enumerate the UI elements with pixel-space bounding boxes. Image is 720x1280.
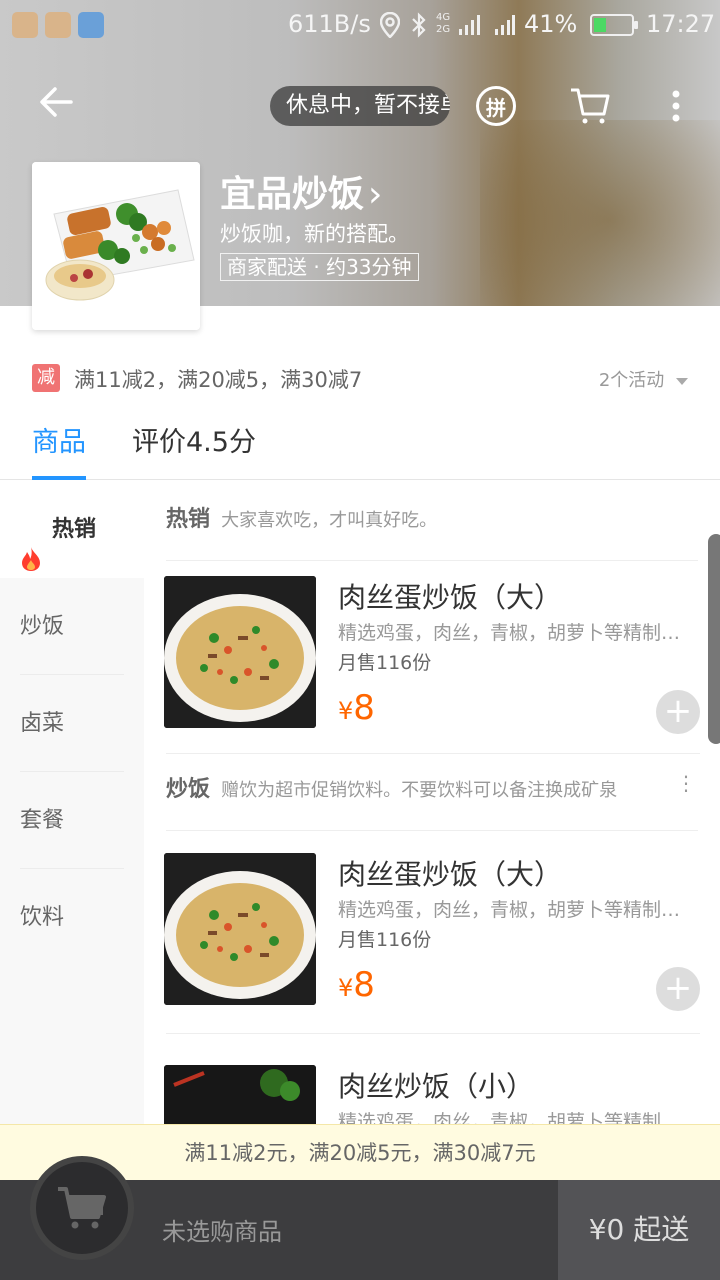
back-button[interactable] (34, 84, 78, 128)
food-name: 肉丝炒饭（小） (338, 1070, 535, 1103)
divider (166, 1033, 700, 1034)
location-icon (379, 11, 401, 44)
more-vertical-icon (672, 90, 680, 122)
food-sales: 月售116份 (338, 929, 432, 951)
arrow-left-icon (40, 87, 73, 117)
food-sales: 月售116份 (338, 652, 432, 674)
tab-bar: 商品 评价4.5分 (0, 410, 720, 480)
caret-down-icon (676, 377, 688, 385)
divider (166, 753, 700, 754)
section-desc: 大家喜欢吃，才叫真好吃。 (221, 510, 438, 531)
cart-icon (571, 88, 610, 124)
food-name: 肉丝蛋炒饭（大） (338, 858, 563, 891)
food-item[interactable]: 肉丝蛋炒饭（大） 精选鸡蛋，肉丝，青椒，胡萝卜等精制… 月售116份 ¥8 + (164, 853, 704, 1023)
food-desc: 精选鸡蛋，肉丝，青椒，胡萝卜等精制… (338, 899, 681, 921)
checkout-button[interactable]: ¥0 起送 (558, 1180, 720, 1280)
section-title: 热销 (166, 507, 211, 532)
scrollbar[interactable] (708, 534, 720, 744)
price-value: 8 (353, 688, 375, 728)
add-to-cart-button[interactable]: + (656, 690, 700, 734)
currency-symbol: ¥ (338, 974, 354, 1002)
sidebar-item-fried-rice[interactable]: 炒饭 (0, 578, 144, 675)
category-sidebar: 热销 炒饭 卤菜 套餐 饮料 (0, 481, 144, 1181)
status-bar: 611B/s 4G 2G 41% 17:27 (0, 0, 720, 50)
cart-top-button[interactable] (566, 82, 614, 130)
food-name: 肉丝蛋炒饭（大） (338, 581, 563, 614)
tab-reviews[interactable]: 评价4.5分 (132, 420, 256, 459)
app-notification-icon (12, 12, 38, 38)
food-image (164, 576, 316, 728)
chevron-right-icon: › (368, 174, 383, 215)
more-vertical-icon[interactable]: ⋮ (676, 771, 696, 795)
sidebar-item-label: 套餐 (20, 808, 65, 833)
section-header: 热销 大家喜欢吃，才叫真好吃。 (166, 501, 698, 561)
net-speed: 611B/s (288, 10, 371, 38)
food-price: ¥8 (338, 965, 375, 1005)
section-title: 炒饭 (166, 777, 211, 802)
clock: 17:27 (646, 10, 716, 38)
sidebar-item-drinks[interactable]: 饮料 (0, 869, 144, 966)
cart-bar: 未选购商品 ¥0 起送 (0, 1156, 720, 1280)
food-price: ¥8 (338, 688, 375, 728)
plus-icon: + (663, 968, 693, 1008)
signal-icon (494, 14, 516, 42)
pin-icon: 拼 (476, 86, 516, 126)
section-header: 炒饭 赠饮为超市促销饮料。不要饮料可以备注换成矿泉 ⋮ (166, 771, 698, 831)
promo-text: 满11减2，满20减5，满30减7 (74, 368, 363, 392)
shop-name: 宜品炒饭 (220, 174, 365, 215)
battery-icon (590, 14, 638, 36)
discount-badge: 减 (32, 364, 60, 392)
cart-status: 未选购商品 (162, 1218, 282, 1246)
app-notification-icon (78, 12, 104, 38)
sidebar-item-label: 热销 (52, 517, 97, 542)
add-to-cart-button[interactable]: + (656, 967, 700, 1011)
price-value: 8 (353, 965, 375, 1005)
sidebar-item-label: 卤菜 (20, 711, 65, 736)
food-desc: 精选鸡蛋，肉丝，青椒，胡萝卜等精制… (338, 622, 681, 644)
menu-list[interactable]: 热销 大家喜欢吃，才叫真好吃。 肉丝蛋炒饭（大） 精选鸡蛋，肉丝，青椒，胡萝卜等… (144, 481, 720, 1181)
sidebar-item-label: 饮料 (20, 905, 65, 930)
cart-icon (58, 1187, 106, 1229)
sidebar-item-combo[interactable]: 套餐 (0, 772, 144, 869)
section-desc: 赠饮为超市促销饮料。不要饮料可以备注换成矿泉 (221, 780, 618, 801)
battery-percent: 41% (524, 10, 578, 38)
tab-goods[interactable]: 商品 (32, 420, 86, 480)
delivery-info: 商家配送 · 约33分钟 (220, 253, 419, 281)
more-menu-button[interactable] (652, 82, 700, 130)
plus-icon: + (663, 691, 693, 731)
signal-icon (458, 14, 484, 42)
activity-dropdown[interactable]: 2个活动 (599, 366, 688, 392)
group-order-button[interactable]: 拼 (472, 82, 520, 130)
currency-symbol: ¥ (338, 697, 354, 725)
shop-closed-notice[interactable]: 休息中，暂不接单 (270, 86, 450, 126)
top-nav: 休息中，暂不接单 拼 (0, 80, 720, 132)
food-item[interactable]: 肉丝蛋炒饭（大） 精选鸡蛋，肉丝，青椒，胡萝卜等精制… 月售116份 ¥8 + (164, 576, 704, 746)
promo-row[interactable]: 减 满11减2，满20减5，满30减7 2个活动 (0, 356, 720, 400)
cart-button[interactable] (30, 1156, 134, 1260)
activity-count: 2个活动 (598, 370, 665, 391)
shop-name-link[interactable]: 宜品炒饭 › (220, 165, 382, 217)
network-type: 4G 2G (436, 12, 451, 35)
sidebar-item-braised[interactable]: 卤菜 (0, 675, 144, 772)
sidebar-item-label: 炒饭 (20, 614, 65, 639)
food-image (164, 853, 316, 1005)
bluetooth-icon (410, 12, 428, 44)
shop-slogan: 炒饭咖，新的搭配。 (220, 222, 409, 246)
sidebar-item-hot[interactable]: 热销 (0, 481, 144, 578)
app-notification-icon (45, 12, 71, 38)
shop-logo (32, 162, 200, 330)
